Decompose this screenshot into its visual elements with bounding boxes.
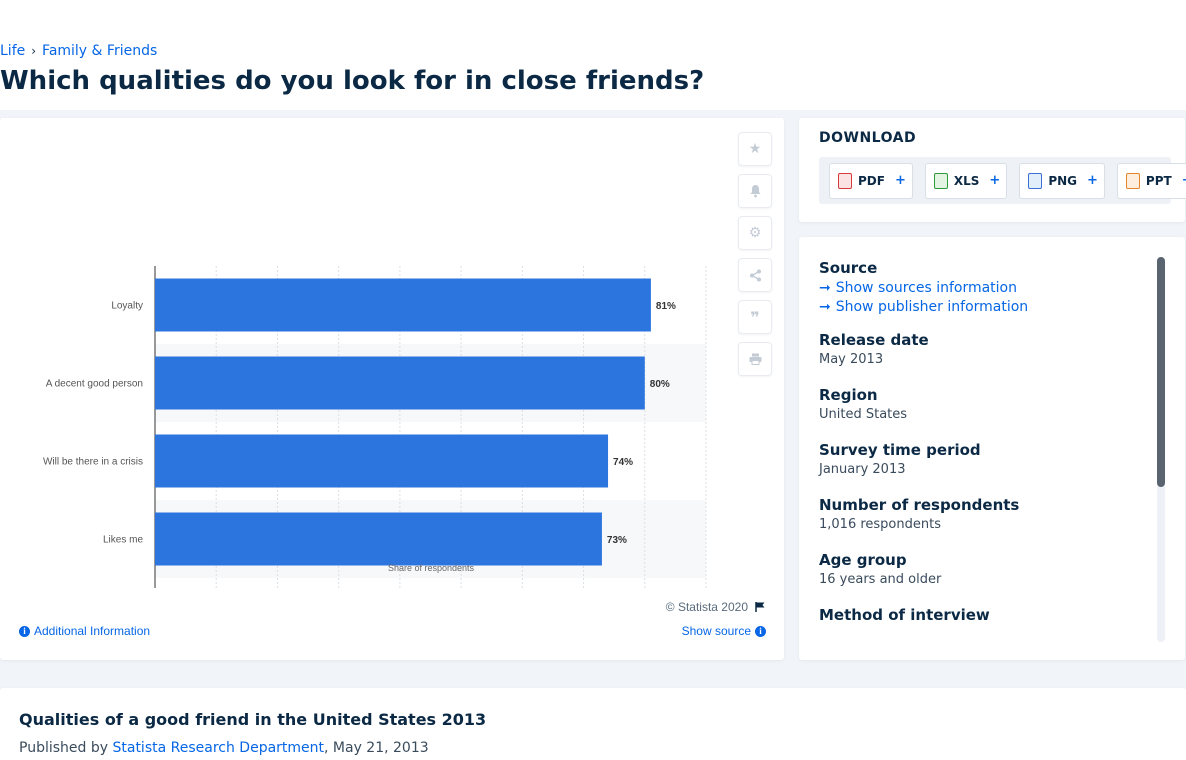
arrow-right-icon: ➞ bbox=[819, 299, 831, 315]
ppt-file-icon bbox=[1125, 172, 1140, 189]
download-xls-label: XLS bbox=[953, 173, 980, 188]
bar-chart: Loyalty 81% A decent good person 80% Will be… bbox=[43, 266, 707, 588]
download-png-button[interactable]: PNG + bbox=[1019, 162, 1105, 199]
show-source-link[interactable]: Show source i bbox=[682, 624, 766, 638]
category-label: Will be there in a crisis bbox=[43, 457, 143, 468]
gear-icon[interactable]: ⚙ bbox=[738, 216, 772, 250]
plus-icon: + bbox=[894, 173, 906, 188]
publisher-link[interactable]: Statista Research Department bbox=[112, 740, 324, 756]
pdf-file-icon bbox=[838, 172, 852, 189]
bar[interactable] bbox=[155, 512, 602, 566]
png-file-icon bbox=[1028, 172, 1043, 189]
arrow-right-icon: ➞ bbox=[819, 280, 831, 296]
age-group-label: Age group bbox=[819, 551, 907, 569]
show-sources-link[interactable]: ➞ Show sources information bbox=[819, 280, 1149, 296]
download-png-label: PNG bbox=[1048, 173, 1077, 188]
respondents-label: Number of respondents bbox=[819, 496, 1020, 514]
data-label: 81% bbox=[656, 301, 676, 312]
category-label: Likes me bbox=[103, 535, 143, 546]
info-icon: i bbox=[19, 625, 30, 637]
bell-icon[interactable] bbox=[738, 174, 772, 208]
published-by: Published by Statista Research Departmen… bbox=[19, 740, 429, 756]
region-value: United States bbox=[819, 407, 908, 422]
source-label: Source bbox=[819, 259, 878, 277]
bar[interactable] bbox=[155, 434, 609, 488]
bar[interactable] bbox=[155, 278, 651, 332]
statistic-footer: Qualities of a good friend in the United… bbox=[0, 688, 1186, 760]
statistic-title: Qualities of a good friend in the United… bbox=[19, 710, 487, 729]
source-info-card: Source ➞ Show sources information ➞ Show… bbox=[799, 237, 1185, 660]
plus-icon: + bbox=[1087, 173, 1098, 188]
data-label: 80% bbox=[650, 379, 670, 390]
page-title: Which qualities do you look for in close… bbox=[0, 66, 705, 96]
region-label: Region bbox=[819, 386, 878, 404]
download-ppt-label: PPT bbox=[1145, 173, 1172, 188]
download-pdf-button[interactable]: PDF + bbox=[829, 162, 913, 199]
download-pdf-label: PDF bbox=[858, 173, 885, 188]
show-publisher-label: Show publisher information bbox=[835, 299, 1029, 315]
download-card: DOWNLOAD PDF + XLS + PNG + PPT + bbox=[799, 118, 1186, 222]
info-icon: i bbox=[755, 625, 766, 637]
data-label: 74% bbox=[613, 457, 633, 468]
copyright: © Statista 2020 bbox=[666, 600, 766, 614]
age-group-value: 16 years and older bbox=[819, 572, 942, 587]
category-label: Loyalty bbox=[111, 301, 143, 312]
data-label: 73% bbox=[607, 535, 627, 546]
survey-period-value: January 2013 bbox=[819, 462, 906, 477]
x-axis-label: Share of respondents bbox=[388, 563, 475, 573]
show-sources-label: Show sources information bbox=[835, 280, 1017, 296]
download-title: DOWNLOAD bbox=[819, 130, 917, 146]
chevron-right-icon: › bbox=[31, 44, 37, 58]
published-by-label: Published by bbox=[19, 740, 113, 756]
chart-tools: ★ ⚙ ❞ bbox=[738, 132, 772, 384]
respondents-value: 1,016 respondents bbox=[819, 517, 941, 532]
publish-date: , May 21, 2013 bbox=[324, 740, 429, 756]
release-date-value: May 2013 bbox=[819, 352, 884, 367]
breadcrumb-item-life[interactable]: Life bbox=[0, 43, 25, 59]
flag-icon[interactable] bbox=[754, 601, 766, 613]
show-source-label: Show source bbox=[681, 624, 751, 638]
survey-period-label: Survey time period bbox=[819, 441, 981, 459]
additional-information-link[interactable]: i Additional Information bbox=[19, 624, 150, 638]
method-label: Method of interview bbox=[819, 606, 990, 624]
print-icon[interactable] bbox=[738, 342, 772, 376]
copyright-text: © Statista 2020 bbox=[665, 600, 748, 614]
category-label: A decent good person bbox=[46, 379, 143, 390]
star-icon[interactable]: ★ bbox=[738, 132, 772, 166]
quote-icon[interactable]: ❞ bbox=[738, 300, 772, 334]
release-date-label: Release date bbox=[819, 331, 929, 349]
chart-card: Loyalty 81% A decent good person 80% Will be… bbox=[0, 118, 784, 660]
share-icon[interactable] bbox=[738, 258, 772, 292]
xls-file-icon bbox=[933, 172, 948, 189]
show-publisher-link[interactable]: ➞ Show publisher information bbox=[819, 299, 1149, 315]
additional-information-label: Additional Information bbox=[34, 624, 151, 638]
breadcrumb-item-family-friends[interactable]: Family & Friends bbox=[42, 43, 157, 59]
breadcrumb: Life › Family & Friends bbox=[0, 43, 157, 59]
bar[interactable] bbox=[155, 356, 645, 410]
download-ppt-button[interactable]: PPT + bbox=[1116, 162, 1186, 199]
download-xls-button[interactable]: XLS + bbox=[924, 162, 1008, 199]
scrollbar-thumb[interactable] bbox=[1157, 257, 1165, 487]
plus-icon: + bbox=[1182, 173, 1186, 188]
download-buttons: PDF + XLS + PNG + PPT + bbox=[819, 157, 1186, 204]
plus-icon: + bbox=[989, 173, 1001, 188]
